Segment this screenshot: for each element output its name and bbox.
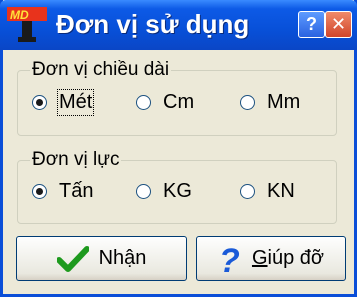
radio-kn-circle[interactable] xyxy=(240,184,255,199)
length-unit-group: Đơn vị chiều dài Mét Cm Mm xyxy=(17,59,337,136)
force-unit-group: Đơn vị lực Tấn KG KN xyxy=(17,149,337,224)
help-button-label: Giúp đỡ xyxy=(252,247,324,270)
radio-kn-label: KN xyxy=(267,180,295,202)
help-label-rest: iúp đỡ xyxy=(267,247,325,269)
radio-kg-label: KG xyxy=(163,180,192,202)
radio-meter-circle[interactable] xyxy=(32,95,47,110)
force-group-title: Đơn vị lực xyxy=(30,149,122,171)
title-bar[interactable]: MD Đơn vị sử dụng ? ✕ xyxy=(0,0,357,50)
radio-kg[interactable]: KG xyxy=(136,180,192,203)
radio-cm-label: Cm xyxy=(163,91,195,113)
checkmark-icon xyxy=(56,245,89,272)
radio-kn[interactable]: KN xyxy=(240,180,295,203)
radio-kg-circle[interactable] xyxy=(136,184,151,199)
radio-mm-circle[interactable] xyxy=(240,95,255,110)
length-group-title: Đơn vị chiều dài xyxy=(30,59,172,81)
app-logo-icon: MD xyxy=(7,7,47,42)
dialog-window: MD Đơn vị sử dụng ? ✕ Đơn vị chiều dài M… xyxy=(0,0,357,297)
question-icon: ? xyxy=(219,243,240,275)
ok-button[interactable]: Nhận xyxy=(16,236,187,281)
radio-mm-label: Mm xyxy=(267,91,301,113)
svg-text:?: ? xyxy=(219,243,240,275)
radio-meter-label: Mét xyxy=(56,89,95,116)
help-button[interactable]: ? Giúp đỡ xyxy=(196,236,346,281)
radio-ton-label: Tấn xyxy=(59,180,94,202)
window-title: Đơn vị sử dụng xyxy=(56,9,250,39)
radio-cm[interactable]: Cm xyxy=(136,91,194,114)
radio-ton[interactable]: Tấn xyxy=(32,180,93,203)
title-help-button[interactable]: ? xyxy=(298,11,325,38)
radio-ton-circle[interactable] xyxy=(32,184,47,199)
close-button[interactable]: ✕ xyxy=(325,11,352,38)
svg-text:MD: MD xyxy=(10,8,29,22)
radio-meter[interactable]: Mét xyxy=(32,89,95,116)
radio-cm-circle[interactable] xyxy=(136,95,151,110)
help-hotkey-letter: G xyxy=(251,247,268,269)
ok-button-label: Nhận xyxy=(98,247,147,269)
radio-mm[interactable]: Mm xyxy=(240,91,300,114)
